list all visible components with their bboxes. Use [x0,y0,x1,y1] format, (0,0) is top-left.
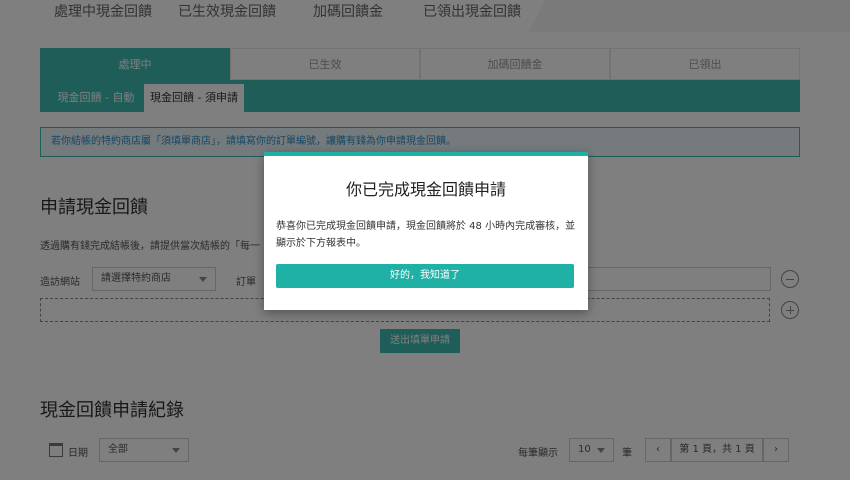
modal-ok-button[interactable]: 好的，我知道了 [276,264,574,288]
modal-title: 你已完成現金回饋申請 [345,180,506,199]
modal-body: 恭喜你已完成現金回饋申請，現金回饋將於 48 小時內完成審核，並顯示於下方報表中… [276,221,576,249]
confirmation-modal: 你已完成現金回饋申請 恭喜你已完成現金回饋申請，現金回饋將於 48 小時內完成審… [264,152,588,310]
